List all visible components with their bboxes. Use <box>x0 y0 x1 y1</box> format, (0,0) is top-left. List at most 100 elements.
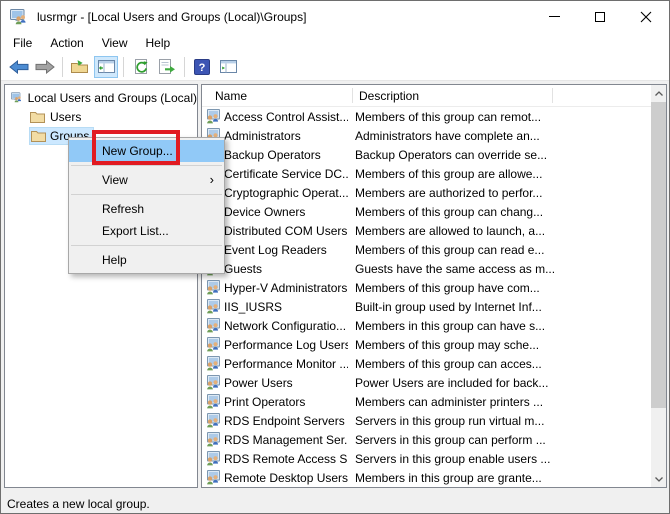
group-name: RDS Remote Access S... <box>220 452 348 466</box>
menu-bar: FileActionViewHelp <box>1 32 669 53</box>
table-row[interactable]: Device Owners Members of this group can … <box>202 202 651 221</box>
group-icon <box>205 337 220 352</box>
status-bar: Creates a new local group. <box>1 493 670 514</box>
table-row[interactable]: RDS Remote Access S... Servers in this g… <box>202 449 651 468</box>
table-row[interactable]: Event Log Readers Members of this group … <box>202 240 651 259</box>
group-description: Guests have the same access as m... <box>348 262 651 276</box>
svg-text:?: ? <box>199 62 206 74</box>
column-divider[interactable] <box>352 88 353 103</box>
vertical-scrollbar[interactable] <box>651 85 666 487</box>
group-description: Members of this group have com... <box>348 281 651 295</box>
group-description: Backup Operators can override se... <box>348 148 651 162</box>
close-icon <box>640 11 652 23</box>
menu-item-export-list[interactable]: Export List... <box>69 220 224 242</box>
list-header: Name Description <box>202 85 651 107</box>
refresh-icon <box>133 59 150 75</box>
close-button[interactable] <box>623 1 669 32</box>
table-row[interactable]: Distributed COM Users Members are allowe… <box>202 221 651 240</box>
group-name: IIS_IUSRS <box>220 300 348 314</box>
group-name: Distributed COM Users <box>220 224 348 238</box>
table-row[interactable]: Remote Desktop Users Members in this gro… <box>202 468 651 487</box>
group-description: Power Users are included for back... <box>348 376 651 390</box>
column-header-description[interactable]: Description <box>352 89 552 103</box>
up-one-level-icon <box>71 59 89 74</box>
forward-button[interactable] <box>33 56 57 78</box>
table-row[interactable]: Backup Operators Backup Operators can ov… <box>202 145 651 164</box>
show-action-pane-icon <box>220 60 237 73</box>
scroll-down-button[interactable] <box>651 471 666 487</box>
back-button[interactable] <box>7 56 31 78</box>
window-controls <box>531 1 669 32</box>
toolbar-separator <box>184 57 185 77</box>
table-row[interactable]: Power Users Power Users are included for… <box>202 373 651 392</box>
folder-icon <box>31 130 46 142</box>
scroll-up-button[interactable] <box>651 85 666 101</box>
table-row[interactable]: Guests Guests have the same access as m.… <box>202 259 651 278</box>
tree-root-local-users-and-groups[interactable]: Local Users and Groups (Local) <box>5 88 197 107</box>
table-row[interactable]: Network Configuratio... Members in this … <box>202 316 651 335</box>
group-name: RDS Endpoint Servers <box>220 414 348 428</box>
group-description: Members are allowed to launch, a... <box>348 224 651 238</box>
help-button[interactable]: ? <box>190 56 214 78</box>
table-row[interactable]: Administrators Administrators have compl… <box>202 126 651 145</box>
group-icon <box>205 356 220 371</box>
group-icon <box>205 394 220 409</box>
tree-item-users[interactable]: Users <box>5 107 197 126</box>
table-row[interactable]: IIS_IUSRS Built-in group used by Interne… <box>202 297 651 316</box>
menu-item-help[interactable]: Help <box>69 249 224 271</box>
toolbar-separator <box>123 57 124 77</box>
group-description: Members in this group are grante... <box>348 471 651 485</box>
menubar-item[interactable]: View <box>93 34 137 52</box>
group-name: Performance Log Users <box>220 338 348 352</box>
menu-separator <box>71 245 222 246</box>
minimize-icon <box>549 16 560 17</box>
show-action-pane-button[interactable] <box>216 56 240 78</box>
group-description: Members in this group can have s... <box>348 319 651 333</box>
menu-item-view[interactable]: View › <box>69 169 224 191</box>
group-description: Members of this group can read e... <box>348 243 651 257</box>
group-icon <box>205 413 220 428</box>
toolbar: ? <box>1 53 669 81</box>
group-description: Members can administer printers ... <box>348 395 651 409</box>
table-row[interactable]: Hyper-V Administrators Members of this g… <box>202 278 651 297</box>
computer-users-icon <box>11 90 23 105</box>
help-icon: ? <box>194 59 210 75</box>
group-description: Members of this group can remot... <box>348 110 651 124</box>
group-name: RDS Management Ser... <box>220 433 348 447</box>
show-console-tree-icon <box>98 60 115 73</box>
window-title: lusrmgr - [Local Users and Groups (Local… <box>37 10 306 24</box>
table-row[interactable]: Performance Log Users Members of this gr… <box>202 335 651 354</box>
table-row[interactable]: RDS Management Ser... Servers in this gr… <box>202 430 651 449</box>
group-name: Administrators <box>220 129 348 143</box>
toolbar-separator <box>62 57 63 77</box>
table-row[interactable]: Access Control Assist... Members of this… <box>202 107 651 126</box>
show-console-tree-button[interactable] <box>94 56 118 78</box>
export-list-icon <box>158 59 176 75</box>
group-description: Members of this group are allowe... <box>348 167 651 181</box>
group-description: Built-in group used by Internet Inf... <box>348 300 651 314</box>
group-name: Print Operators <box>220 395 348 409</box>
group-name: Power Users <box>220 376 348 390</box>
table-row[interactable]: RDS Endpoint Servers Servers in this gro… <box>202 411 651 430</box>
group-icon <box>205 470 220 485</box>
minimize-button[interactable] <box>531 1 577 32</box>
column-divider[interactable] <box>552 88 553 103</box>
scrollbar-thumb[interactable] <box>651 102 666 408</box>
column-header-name[interactable]: Name <box>202 89 352 103</box>
group-name: Cryptographic Operat... <box>220 186 348 200</box>
refresh-button[interactable] <box>129 56 153 78</box>
menubar-item[interactable]: Help <box>137 34 180 52</box>
menubar-item[interactable]: Action <box>41 34 92 52</box>
annotation-highlight-rectangle <box>92 130 180 165</box>
group-description: Servers in this group run virtual m... <box>348 414 651 428</box>
up-one-level-button[interactable] <box>68 56 92 78</box>
table-row[interactable]: Certificate Service DC... Members of thi… <box>202 164 651 183</box>
menubar-item[interactable]: File <box>4 34 41 52</box>
maximize-button[interactable] <box>577 1 623 32</box>
menu-item-refresh[interactable]: Refresh <box>69 198 224 220</box>
table-row[interactable]: Print Operators Members can administer p… <box>202 392 651 411</box>
table-row[interactable]: Performance Monitor ... Members of this … <box>202 354 651 373</box>
table-row[interactable]: Cryptographic Operat... Members are auth… <box>202 183 651 202</box>
export-list-button[interactable] <box>155 56 179 78</box>
group-icon <box>205 432 220 447</box>
